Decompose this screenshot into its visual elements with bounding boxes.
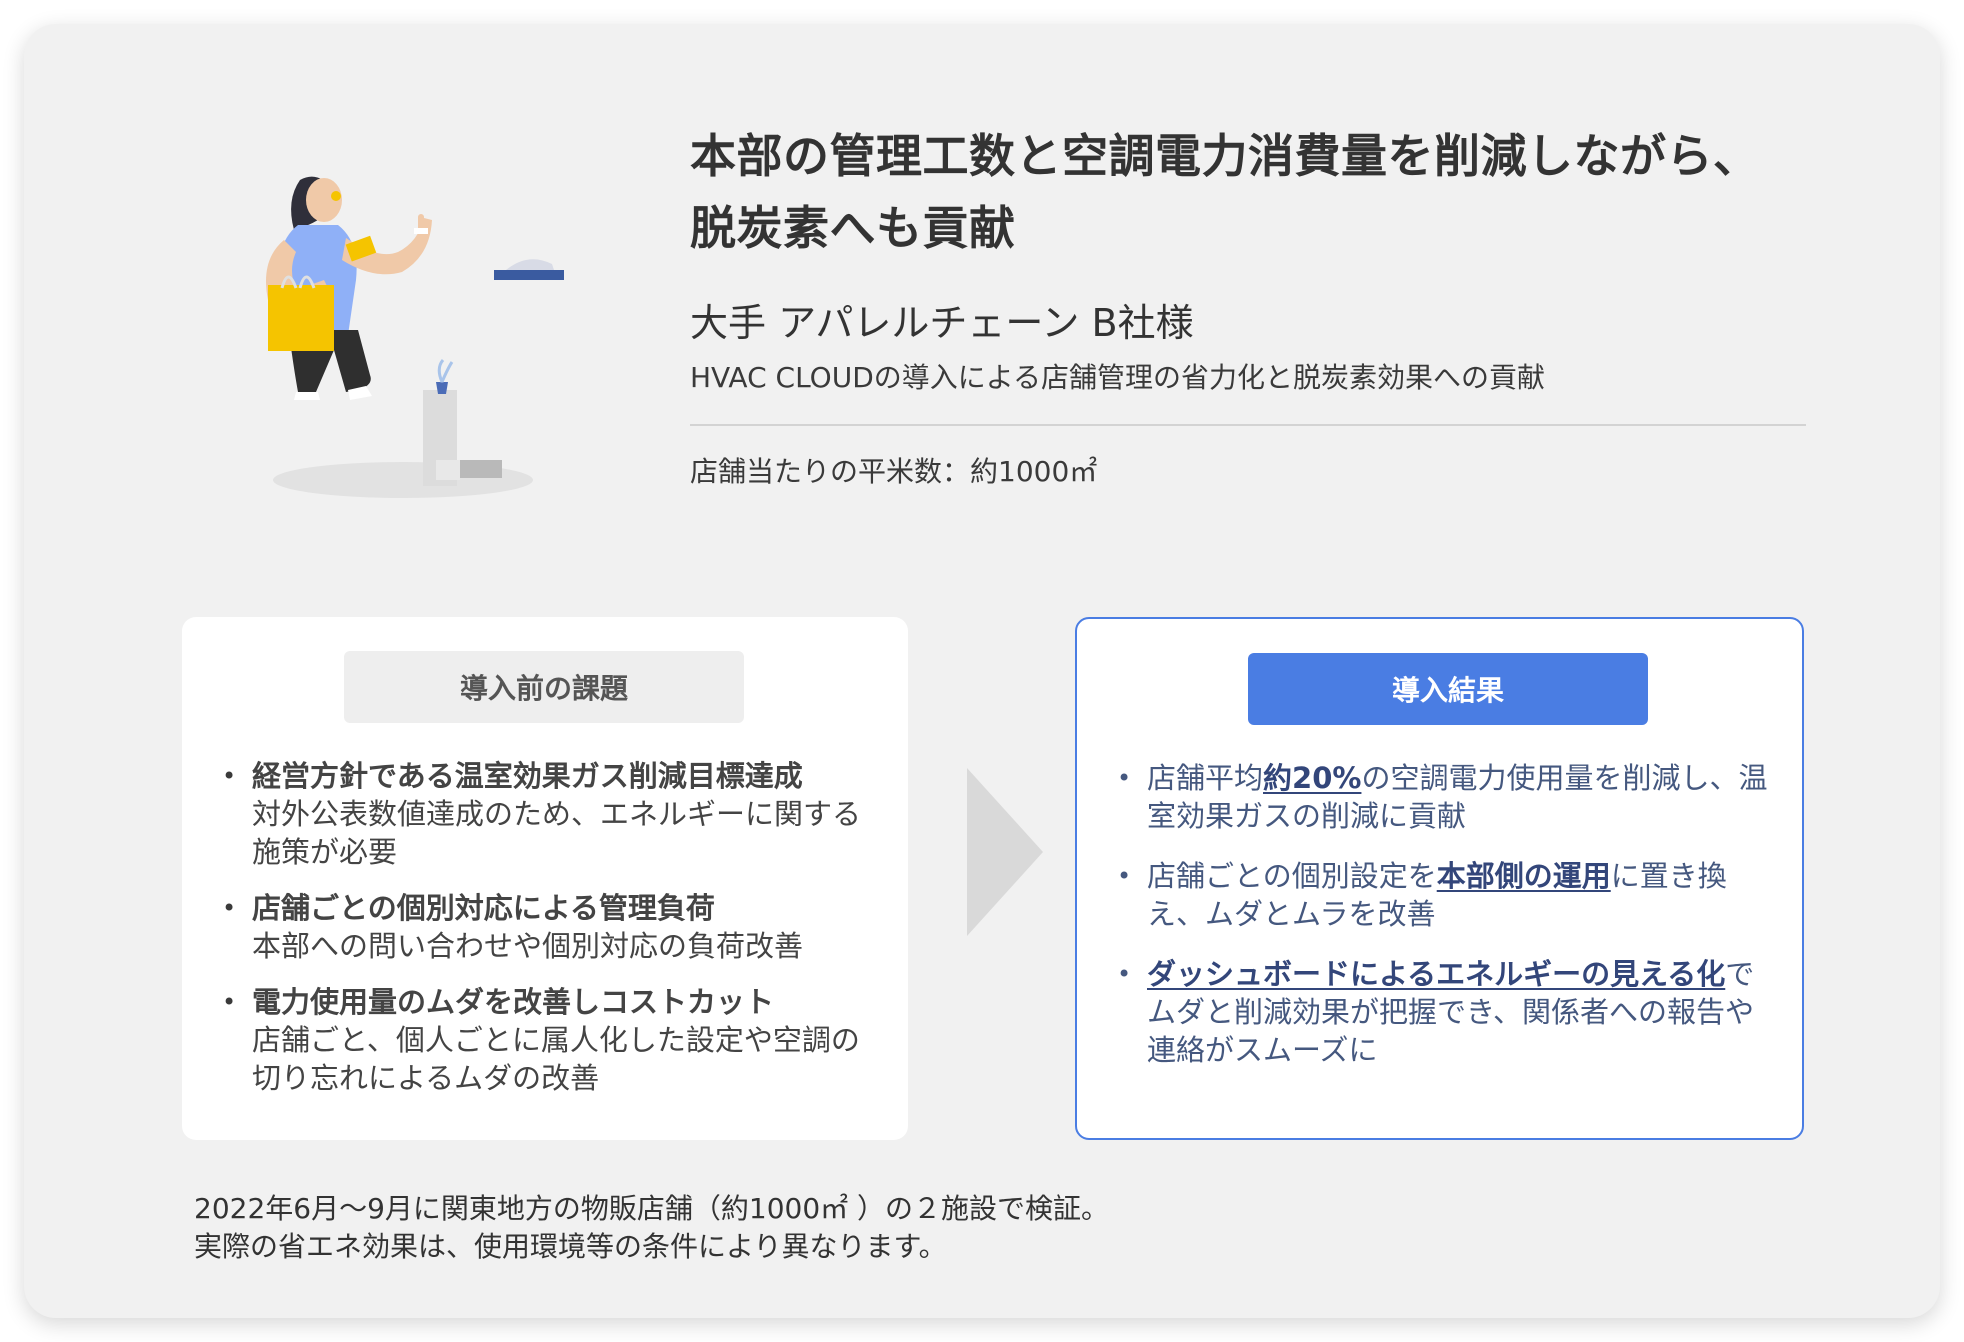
list-item: • 電力使用量のムダを改善しコストカット 店舗ごと、個人ごとに属人化した設定や空… (216, 983, 888, 1097)
bullet-icon: • (222, 894, 237, 922)
item-desc: 本部への問い合わせや個別対応の負荷改善 (252, 929, 804, 963)
list-item: • 店舗ごとの個別設定を本部側の運用に置き換え、ムダとムラを改善 (1111, 857, 1782, 933)
item-highlight: 約20% (1263, 761, 1362, 795)
shopper-illustration (266, 176, 564, 498)
title-line-1: 本部の管理工数と空調電力消費量を削減しながら、 (690, 129, 1760, 183)
bullet-icon: • (1117, 764, 1132, 792)
item-title: 経営方針である温室効果ガス削減目標達成 (252, 759, 803, 793)
after-list: • 店舗平均約20%の空調電力使用量を削減し、温室効果ガスの削減に貢献 • 店舗… (1111, 759, 1782, 1091)
footnote: 2022年6月～9月に関東地方の物販店舗（約1000㎡ ）の２施設で検証。 実際… (194, 1190, 1109, 1266)
header: 本部の管理工数と空調電力消費量を削減しながら、 脱炭素へも貢献 大手 アパレルチ… (690, 120, 1806, 488)
item-desc: 対外公表数値達成のため、エネルギーに関する施策が必要 (252, 797, 862, 869)
before-heading: 導入前の課題 (344, 651, 744, 723)
before-panel: 導入前の課題 • 経営方針である温室効果ガス削減目標達成 対外公表数値達成のため… (182, 617, 908, 1140)
item-text-pre: 店舗平均 (1147, 761, 1264, 795)
list-item: • 経営方針である温室効果ガス削減目標達成 対外公表数値達成のため、エネルギーに… (216, 757, 888, 871)
bullet-icon: • (222, 762, 237, 790)
subtitle: HVAC CLOUDの導入による店舗管理の省力化と脱炭素効果への貢献 (690, 361, 1545, 394)
before-list: • 経営方針である温室効果ガス削減目標達成 対外公表数値達成のため、エネルギーに… (216, 757, 888, 1115)
page-title: 本部の管理工数と空調電力消費量を削減しながら、 脱炭素へも貢献 (690, 120, 1806, 264)
list-item: • ダッシュボードによるエネルギーの見える化でムダと削減効果が把握でき、関係者へ… (1111, 955, 1782, 1069)
item-highlight: ダッシュボードによるエネルギーの見える化 (1147, 957, 1726, 991)
bullet-icon: • (222, 988, 237, 1016)
divider (690, 424, 1806, 426)
list-item: • 店舗ごとの個別対応による管理負荷 本部への問い合わせや個別対応の負荷改善 (216, 889, 888, 965)
after-panel: 導入結果 • 店舗平均約20%の空調電力使用量を削減し、温室効果ガスの削減に貢献… (1075, 617, 1804, 1140)
item-title: 店舗ごとの個別対応による管理負荷 (252, 891, 715, 925)
footnote-line-2: 実際の省エネ効果は、使用環境等の条件により異なります。 (194, 1230, 947, 1263)
after-heading: 導入結果 (1248, 653, 1648, 725)
item-highlight: 本部側の運用 (1436, 859, 1611, 893)
item-title: 電力使用量のムダを改善しコストカット (252, 985, 775, 1019)
client-name: 大手 アパレルチェーン B社様 (690, 301, 1194, 345)
footnote-line-1: 2022年6月～9月に関東地方の物販店舗（約1000㎡ ）の２施設で検証。 (194, 1192, 1110, 1225)
item-text-pre: 店舗ごとの個別設定を (1147, 859, 1437, 893)
bullet-icon: • (1117, 960, 1132, 988)
list-item: • 店舗平均約20%の空調電力使用量を削減し、温室効果ガスの削減に貢献 (1111, 759, 1782, 835)
chevron-right-icon (967, 768, 1043, 936)
store-area: 店舗当たりの平米数：約1000㎡ (690, 455, 1098, 488)
bullet-icon: • (1117, 862, 1132, 890)
title-line-2: 脱炭素へも貢献 (690, 201, 1016, 255)
item-desc: 店舗ごと、個人ごとに属人化した設定や空調の切り忘れによるムダの改善 (252, 1023, 860, 1095)
